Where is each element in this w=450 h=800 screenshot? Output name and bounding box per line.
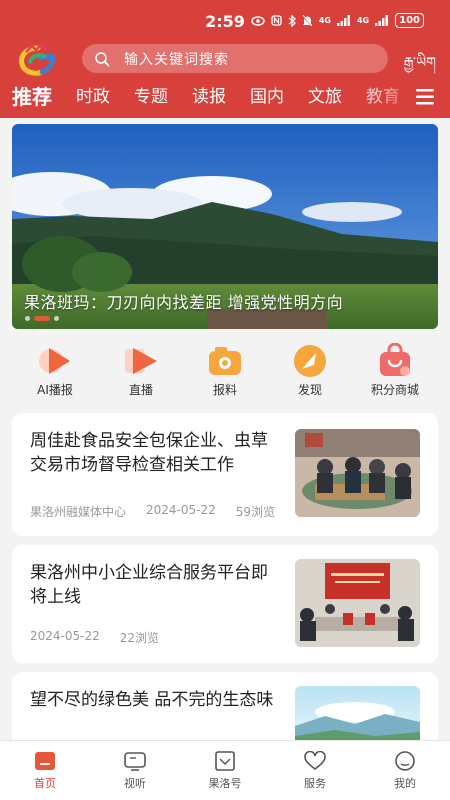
heart-icon	[304, 751, 326, 771]
search-icon	[95, 51, 110, 66]
nav-label: 果洛号	[208, 777, 242, 790]
tab-label: 国内	[250, 87, 284, 107]
carousel-dot	[25, 316, 30, 321]
article-card[interactable]: 果洛州中小企业综合服务平台即将上线 2024-05-22 22浏览	[12, 545, 438, 663]
article-views: 59浏览	[235, 505, 276, 519]
language-switch[interactable]: རྒྱ་ཡིག	[404, 46, 436, 86]
nav-audiovisual[interactable]: 视听	[100, 751, 170, 791]
article-date: 2024-05-22	[30, 629, 100, 643]
mute-icon	[302, 14, 313, 27]
app-logo[interactable]	[16, 42, 60, 78]
shortcut-label: 直播	[128, 383, 153, 397]
article-title: 望不尽的绿色美 品不完的生态味	[30, 690, 274, 710]
article-source: 果洛州融媒体中心	[30, 505, 127, 519]
carousel-dot-active	[34, 316, 50, 321]
shortcut-report[interactable]: 报料	[190, 343, 260, 398]
tab-label: 读报	[192, 87, 226, 107]
carousel-dot	[54, 316, 59, 321]
nfc-icon	[271, 15, 282, 26]
tab-label: 时政	[76, 87, 110, 107]
shortcut-ai-broadcast[interactable]: AI播报	[20, 343, 90, 398]
account-icon	[215, 751, 235, 771]
shopping-bag-icon	[380, 343, 410, 376]
article-meta: 2024-05-22 22浏览	[30, 629, 286, 646]
shortcut-label: 报料	[212, 383, 237, 397]
article-thumbnail	[295, 559, 420, 647]
nav-profile[interactable]: 我的	[370, 751, 440, 791]
tab-domestic[interactable]: 国内	[250, 84, 284, 114]
camera-icon	[209, 347, 241, 375]
status-icons: 4G 4G 100	[251, 13, 424, 28]
network-type-2: 4G	[356, 16, 370, 25]
nav-label: 我的	[394, 777, 416, 790]
category-tabs: 推荐 时政 专题 读报 国内 文旅 教育	[0, 84, 410, 114]
article-date: 2024-05-22	[146, 503, 216, 517]
shortcut-grid: AI播报 直播 报料 发现 积分商城	[12, 343, 438, 403]
bluetooth-icon	[288, 14, 296, 27]
tab-label: 专题	[134, 87, 168, 107]
search-placeholder: 输入关键词搜索	[124, 51, 229, 68]
banner-title: 果洛班玛：刀刃向内找差距 增强党性明方向	[24, 293, 344, 312]
active-tab-indicator	[18, 113, 46, 114]
nav-label: 首页	[34, 777, 56, 790]
article-meta: 果洛州融媒体中心 2024-05-22 59浏览	[30, 503, 286, 520]
article-title: 果洛州中小企业综合服务平台即将上线	[30, 563, 268, 607]
shortcut-label: AI播报	[37, 383, 73, 397]
signal-icon	[336, 15, 350, 26]
signal-icon-2	[375, 15, 389, 26]
nav-guoluo-account[interactable]: 果洛号	[190, 751, 260, 791]
play-icon	[39, 348, 70, 374]
article-card[interactable]: 周佳赴食品安全包保企业、虫草交易市场督导检查相关工作 果洛州融媒体中心 2024…	[12, 413, 438, 536]
shortcut-discover[interactable]: 发现	[275, 343, 345, 398]
article-thumbnail	[295, 429, 420, 517]
battery-indicator: 100	[395, 13, 424, 28]
banner-carousel[interactable]: 果洛班玛：刀刃向内找差距 增强党性明方向	[12, 124, 438, 329]
nav-services[interactable]: 服务	[280, 751, 350, 791]
tab-special[interactable]: 专题	[134, 84, 168, 114]
profile-icon	[395, 751, 415, 771]
tab-politics[interactable]: 时政	[76, 84, 110, 114]
tab-culture-tourism[interactable]: 文旅	[308, 84, 342, 114]
shortcut-label: 发现	[297, 383, 322, 397]
live-icon	[125, 348, 157, 374]
shortcut-points-mall[interactable]: 积分商城	[360, 343, 430, 398]
nav-label: 服务	[304, 777, 326, 790]
menu-icon[interactable]	[414, 86, 436, 108]
carousel-indicator	[25, 316, 59, 321]
bottom-nav: 首页 视听 果洛号 服务 我的	[0, 740, 450, 800]
tab-label: 推荐	[12, 85, 52, 109]
status-bar: 2:59 4G 4G 100	[0, 0, 450, 40]
article-views: 22浏览	[119, 631, 160, 645]
network-type: 4G	[318, 16, 331, 25]
tv-icon	[124, 752, 146, 771]
nav-label: 视听	[124, 777, 146, 790]
tab-recommend[interactable]: 推荐	[12, 84, 52, 114]
search-bar[interactable]: 输入关键词搜索	[82, 44, 388, 73]
article-title: 周佳赴食品安全包保企业、虫草交易市场督导检查相关工作	[30, 431, 268, 475]
nav-home[interactable]: 首页	[10, 751, 80, 791]
app-header: 2:59 4G 4G 100 输入关键词搜索 རྒྱ་ཡིག 推荐 时政 专题 …	[0, 0, 450, 118]
tab-label: 文旅	[308, 87, 342, 107]
home-icon	[35, 752, 55, 770]
tab-newspaper[interactable]: 读报	[192, 84, 226, 114]
shortcut-live[interactable]: 直播	[106, 343, 176, 398]
shortcut-label: 积分商城	[370, 383, 419, 397]
compass-icon	[294, 345, 326, 377]
eye-icon	[251, 15, 265, 26]
